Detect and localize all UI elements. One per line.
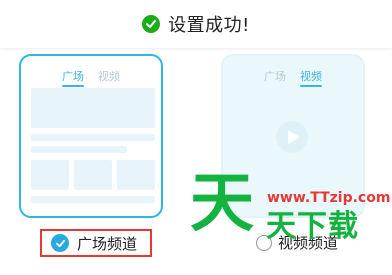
square-channel-option[interactable]: 广场频道 xyxy=(40,229,152,257)
preview-thumb-placeholder xyxy=(31,160,69,190)
preview-line-placeholder xyxy=(31,196,155,203)
preview-line-placeholder xyxy=(31,146,127,153)
radio-checked-icon[interactable] xyxy=(51,234,69,252)
preview-tab-square: 广场 xyxy=(264,70,286,83)
preview-line-placeholder xyxy=(31,134,155,141)
preview-tabs: 广场 视频 xyxy=(223,68,363,87)
watermark-logo-char: 天 xyxy=(190,167,254,241)
toast-content: 设置成功! xyxy=(142,11,250,37)
preview-tab-square: 广场 xyxy=(62,70,84,87)
preview-tab-video: 视频 xyxy=(300,70,322,87)
square-channel-label: 广场频道 xyxy=(77,234,138,253)
preview-thumb-placeholder xyxy=(74,160,112,190)
play-icon xyxy=(276,121,308,153)
preview-tab-video: 视频 xyxy=(98,70,120,83)
watermark-url: www.TTzip.com xyxy=(267,190,391,206)
toast-notification: 设置成功! xyxy=(0,0,392,48)
preview-tabs: 广场 视频 xyxy=(21,68,161,87)
square-channel-preview-card[interactable]: 广场 视频 xyxy=(19,54,163,218)
success-check-icon xyxy=(142,15,161,33)
preview-thumb-placeholder xyxy=(117,160,155,190)
watermark-title: 天下载 xyxy=(266,209,359,244)
toast-message: 设置成功! xyxy=(168,15,250,36)
preview-banner-placeholder xyxy=(31,88,155,128)
